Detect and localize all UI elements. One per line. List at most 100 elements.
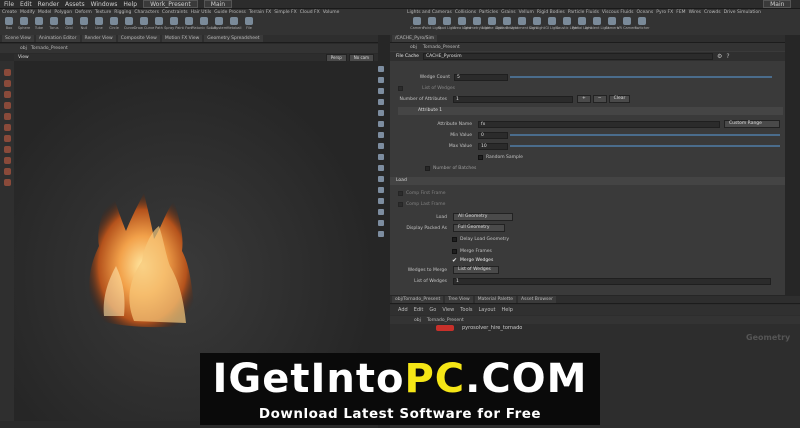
merge-wedges-check-icon[interactable]: ✔ <box>452 257 457 264</box>
viewport-tab-3[interactable]: Composite View <box>117 35 160 42</box>
network-node-path[interactable]: Tornado_Present <box>427 318 464 323</box>
random-sample-checkbox[interactable] <box>478 154 483 160</box>
shelf-tab-left-9[interactable]: Hair Utils <box>191 9 212 16</box>
merge-frames-checkbox[interactable] <box>452 248 457 254</box>
shelf-tab-right-1[interactable]: Collisions <box>455 9 476 16</box>
snap-icon[interactable] <box>3 135 11 142</box>
viewport-tab-1[interactable]: Animation Editor <box>35 35 80 42</box>
selectable-icon[interactable] <box>378 198 384 204</box>
shelf-tab-left-13[interactable]: Cloud FX <box>300 9 320 16</box>
viewport-tab-0[interactable]: Scene View <box>2 35 34 42</box>
shadow-icon[interactable] <box>378 110 384 116</box>
list-wedges-checkbox[interactable] <box>398 85 403 91</box>
shelf-tab-left-6[interactable]: Rigging <box>114 9 131 16</box>
camera-lock-icon[interactable] <box>378 209 384 215</box>
display-packed-menu[interactable]: Full Geometry <box>453 224 505 232</box>
shelf-tool-left-14[interactable]: L-System <box>211 17 227 35</box>
menu-render[interactable]: Render <box>38 1 59 8</box>
network-menu-view[interactable]: View <box>442 307 454 313</box>
comp-last-checkbox[interactable] <box>398 201 403 207</box>
max-value-field[interactable]: 10 <box>478 142 508 150</box>
param-node[interactable]: Tornado_Present <box>423 45 460 50</box>
shelf-tab-left-11[interactable]: Terrain FX <box>249 9 271 16</box>
move-tool-icon[interactable] <box>3 80 11 87</box>
network-tab-2[interactable]: Material Palette <box>474 296 517 303</box>
param-tab[interactable]: /CACHE_Pyro/Sim <box>392 35 438 42</box>
comp-first-checkbox[interactable] <box>398 190 403 196</box>
viewport-tab-4[interactable]: Motion FX View <box>161 35 203 42</box>
template-icon[interactable] <box>378 187 384 193</box>
view-tool-icon[interactable] <box>3 157 11 164</box>
min-value-field[interactable]: 0 <box>478 131 508 139</box>
shelf-tool-left-16[interactable]: File <box>243 17 255 35</box>
viewport-tab-5[interactable]: Geometry Spreadsheet <box>204 35 263 42</box>
magnet-icon[interactable] <box>3 168 11 175</box>
shelf-tab-right-9[interactable]: Pyro FX <box>656 9 673 16</box>
shelf-tab-left-10[interactable]: Guide Process <box>214 9 246 16</box>
delay-load-checkbox[interactable] <box>452 236 457 242</box>
shelf-tool-left-7[interactable]: Circle <box>108 17 120 35</box>
background-icon[interactable] <box>378 132 384 138</box>
shelf-tab-left-0[interactable]: Create <box>2 9 17 16</box>
shaded-icon[interactable] <box>378 88 384 94</box>
shelf-tab-left-3[interactable]: Polygon <box>54 9 72 16</box>
shelf-tab-right-8[interactable]: Oceans <box>637 9 654 16</box>
node-name-field[interactable]: CACHE_Pyrosim <box>422 53 713 60</box>
pose-tool-icon[interactable] <box>3 146 11 153</box>
ghost-icon[interactable] <box>378 176 384 182</box>
shelf-tool-right-15[interactable]: Switcher <box>634 17 650 35</box>
max-value-slider[interactable] <box>510 145 780 147</box>
shelf-tab-right-4[interactable]: Vellum <box>519 9 534 16</box>
shelf-tab-left-1[interactable]: Modify <box>20 9 35 16</box>
shelf-tool-left-4[interactable]: Grid <box>63 17 75 35</box>
rotate-tool-icon[interactable] <box>3 91 11 98</box>
shelf-tab-left-12[interactable]: Simple FX <box>274 9 296 16</box>
shelf-tool-right-8[interactable]: Sky Light <box>529 17 545 35</box>
network-menu-layout[interactable]: Layout <box>479 307 496 313</box>
scale-tool-icon[interactable] <box>3 102 11 109</box>
shelf-tab-left-4[interactable]: Deform <box>75 9 92 16</box>
scene-selector[interactable]: Main <box>203 0 233 8</box>
shelf-tab-left-2[interactable]: Model <box>38 9 52 16</box>
network-tab-1[interactable]: Tree View <box>445 296 473 303</box>
menu-assets[interactable]: Assets <box>65 1 85 8</box>
network-tab-3[interactable]: Asset Browser <box>518 296 557 303</box>
display-options-icon[interactable] <box>378 66 384 72</box>
pyrosolver-node[interactable] <box>436 325 454 331</box>
network-tab-0[interactable]: obj/Tornado_Present <box>392 296 444 303</box>
add-attribute-button[interactable]: + <box>577 95 591 103</box>
num-batches-checkbox[interactable] <box>425 165 430 171</box>
network-menu-go[interactable]: Go <box>429 307 436 313</box>
shelf-tab-right-2[interactable]: Particles <box>479 9 498 16</box>
grid-icon[interactable] <box>378 143 384 149</box>
shelf-tab-right-13[interactable]: Drive Simulation <box>724 9 761 16</box>
shelf-tool-left-3[interactable]: Torus <box>48 17 60 35</box>
param-path[interactable]: obj <box>410 45 417 50</box>
shelf-tool-left-6[interactable]: Line <box>93 17 105 35</box>
shelf-tab-right-3[interactable]: Grains <box>501 9 516 16</box>
shelf-tool-left-15[interactable]: Metaball <box>227 17 242 35</box>
shelf-tab-left-8[interactable]: Constraints <box>162 9 188 16</box>
custom-range-menu[interactable]: Custom Range <box>724 120 780 128</box>
wedge-count-field[interactable]: 5 <box>454 73 508 81</box>
shelf-tool-right-12[interactable]: Ambient Light <box>585 17 609 35</box>
ambient-occlusion-icon[interactable] <box>378 121 384 127</box>
shelf-tool-right-1[interactable]: Point Light <box>423 17 441 35</box>
shelf-tab-right-6[interactable]: Particle Fluids <box>568 9 599 16</box>
shelf-tab-left-7[interactable]: Characters <box>134 9 159 16</box>
shelf-tool-left-13[interactable]: Platonic Solids <box>191 17 217 35</box>
viewport-node[interactable]: Tornado_Present <box>31 46 68 51</box>
main-selector-right[interactable]: Main <box>763 0 792 8</box>
shelf-tool-left-0[interactable]: Box <box>3 17 15 35</box>
shelf-tool-right-0[interactable]: Camera <box>410 17 424 35</box>
menu-file[interactable]: File <box>4 1 14 8</box>
shelf-tab-left-14[interactable]: Volume <box>323 9 340 16</box>
min-value-slider[interactable] <box>510 134 780 136</box>
shelf-tab-left-5[interactable]: Texture <box>95 9 111 16</box>
wireframe-icon[interactable] <box>378 77 384 83</box>
points-icon[interactable] <box>378 154 384 160</box>
shelf-tool-left-5[interactable]: Null <box>78 17 90 35</box>
shelf-tab-right-7[interactable]: Viscous Fluids <box>602 9 634 16</box>
shelf-tool-right-2[interactable]: Spot Light <box>438 17 456 35</box>
load-menu[interactable]: All Geometry <box>453 213 513 221</box>
